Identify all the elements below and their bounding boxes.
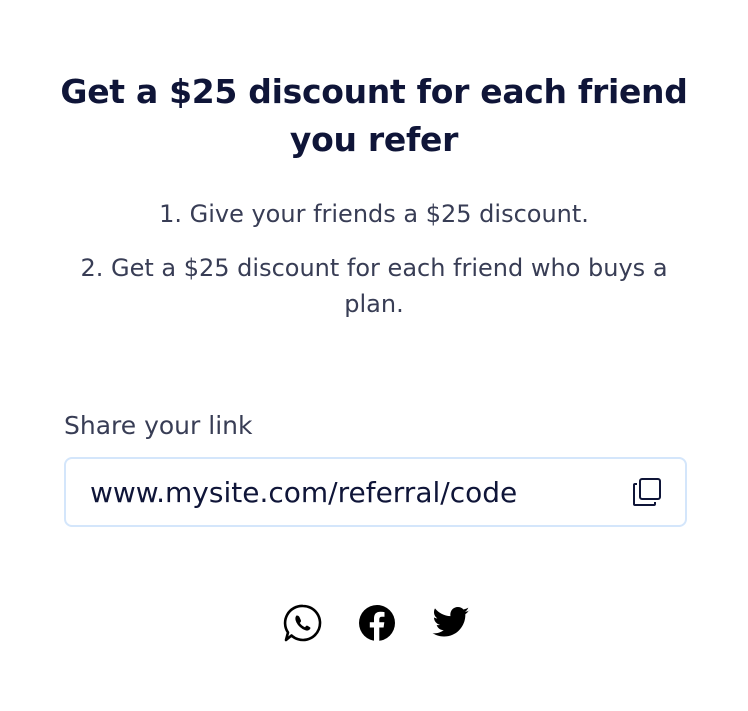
referral-link-field[interactable]: [64, 457, 687, 527]
step-item: 2. Get a $25 discount for each friend wh…: [80, 254, 668, 318]
twitter-share-button[interactable]: [431, 602, 471, 644]
referral-link-input[interactable]: [90, 472, 629, 512]
copy-button[interactable]: [629, 474, 665, 510]
whatsapp-share-button[interactable]: [283, 602, 323, 644]
facebook-icon: [359, 605, 395, 641]
step-item: 1. Give your friends a $25 discount.: [159, 200, 589, 228]
social-share-buttons: [0, 602, 748, 644]
page-title: Get a $25 discount for each friend you r…: [60, 72, 688, 159]
share-link-label: Share your link: [64, 411, 253, 440]
copy-icon: [633, 478, 661, 506]
whatsapp-icon: [283, 604, 322, 642]
twitter-icon: [432, 607, 470, 637]
referral-steps: 1. Give your friends a $25 discount. 2. …: [60, 196, 688, 322]
facebook-share-button[interactable]: [357, 602, 397, 644]
referral-card: Get a $25 discount for each friend you r…: [0, 0, 748, 711]
